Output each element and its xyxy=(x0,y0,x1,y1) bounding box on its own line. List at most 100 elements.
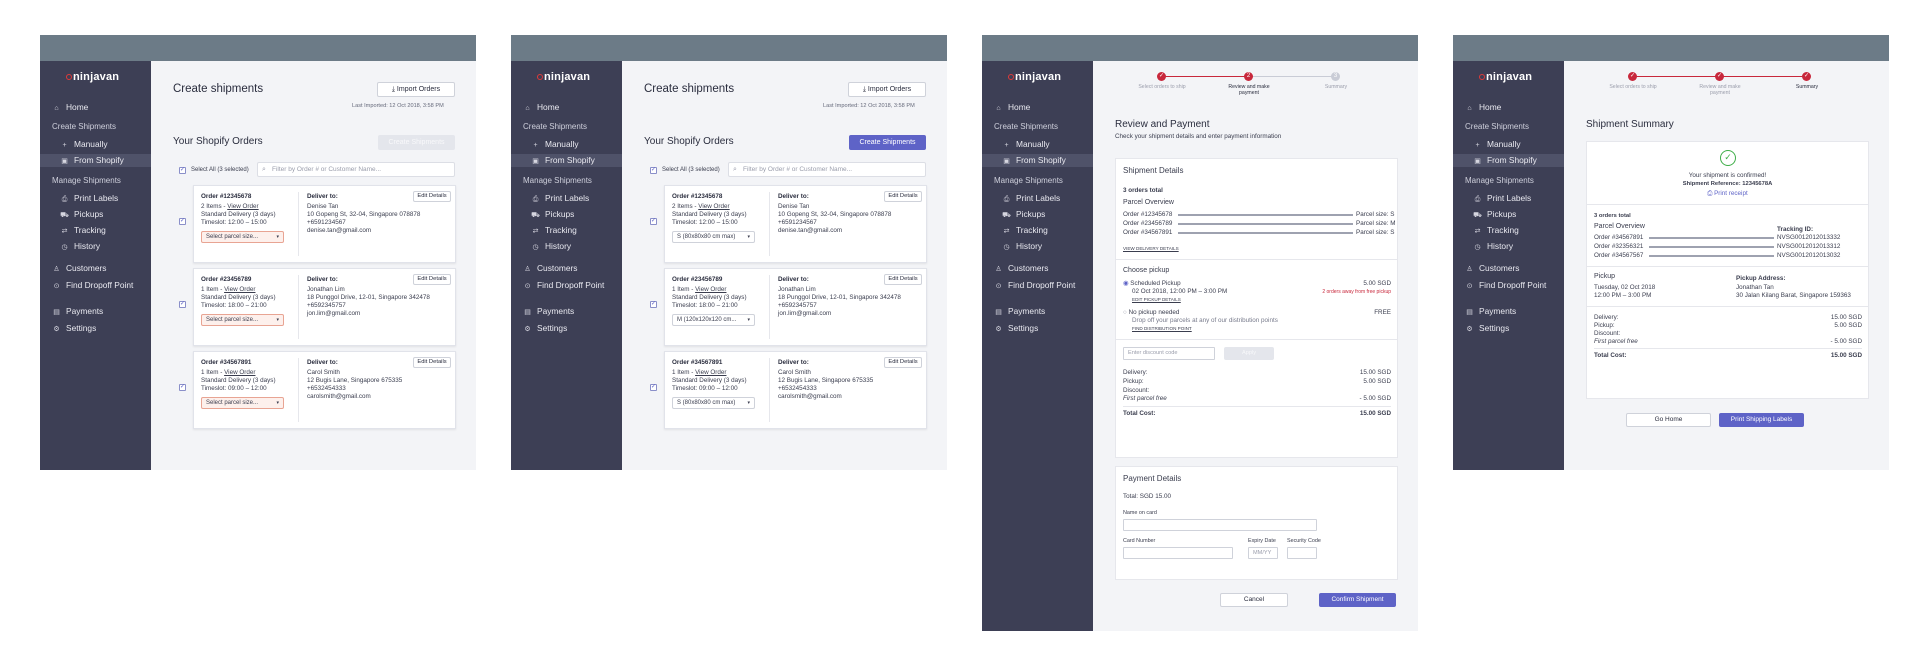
parcel-size-select[interactable]: Select parcel size... ▾ xyxy=(201,397,284,409)
edit-pickup-link[interactable]: EDIT PICKUP DETAILS xyxy=(1132,296,1181,304)
nav-history[interactable]: ◷ History xyxy=(531,241,571,251)
nav-tracking[interactable]: ⇄ Tracking xyxy=(1473,225,1519,235)
nav-pickups[interactable]: ⛟ Pickups xyxy=(1002,209,1045,220)
nav-find-dropoff[interactable]: ⊙ Find Dropoff Point xyxy=(523,280,605,290)
print-shipping-labels-button[interactable]: Print Shipping Labels xyxy=(1719,413,1804,427)
view-order-link[interactable]: View Order xyxy=(224,286,255,293)
nav-print-labels[interactable]: ⎙ Print Labels xyxy=(1473,193,1532,204)
nav-from-shopify[interactable]: ▣ From Shopify xyxy=(511,154,622,167)
create-shipments-button[interactable]: Create Shipments xyxy=(378,135,455,150)
nav-settings[interactable]: ⚙ Settings xyxy=(1465,323,1509,333)
nav-manually[interactable]: + Manually xyxy=(531,139,578,149)
location-pin-icon: ⊙ xyxy=(53,283,60,290)
nav-manually[interactable]: + Manually xyxy=(1473,139,1520,149)
order-checkbox[interactable]: ✓ xyxy=(179,301,186,308)
edit-details-button[interactable]: Edit Details xyxy=(884,357,922,368)
create-shipments-button[interactable]: Create Shipments xyxy=(849,135,926,150)
print-receipt-link[interactable]: ⎙ Print receipt xyxy=(1587,190,1868,198)
nav-payments[interactable]: ▤ Payments xyxy=(52,306,103,316)
nav-settings[interactable]: ⚙ Settings xyxy=(52,323,96,333)
apply-discount-button[interactable]: Apply xyxy=(1224,347,1274,360)
find-distribution-link[interactable]: FIND DISTRIBUTION POINT xyxy=(1132,325,1192,333)
discount-code-input[interactable]: Enter discount code xyxy=(1123,347,1215,360)
confirm-shipment-button[interactable]: Confirm Shipment xyxy=(1319,593,1396,607)
edit-details-button[interactable]: Edit Details xyxy=(884,191,922,202)
nav-from-shopify[interactable]: ▣ From Shopify xyxy=(1453,154,1564,167)
expiry-input[interactable]: MM/YY xyxy=(1248,547,1278,559)
radio-no-pickup[interactable]: ○ No pickup needed xyxy=(1123,309,1179,317)
order-checkbox[interactable]: ✓ xyxy=(179,384,186,391)
edit-details-button[interactable]: Edit Details xyxy=(413,357,451,368)
select-all-checkbox[interactable]: ✓ xyxy=(179,167,186,174)
nav-find-dropoff[interactable]: ⊙ Find Dropoff Point xyxy=(994,280,1076,290)
go-home-button[interactable]: Go Home xyxy=(1626,413,1711,427)
security-code-input[interactable] xyxy=(1287,547,1317,559)
nav-payments[interactable]: ▤ Payments xyxy=(994,306,1045,316)
order-checkbox[interactable]: ✓ xyxy=(650,384,657,391)
view-order-link[interactable]: View Order xyxy=(695,369,726,376)
import-orders-button[interactable]: ⤓ Import Orders xyxy=(377,82,455,97)
nav-manually[interactable]: + Manually xyxy=(60,139,107,149)
view-order-link[interactable]: View Order xyxy=(227,203,258,210)
nav-customers[interactable]: ♙ Customers xyxy=(523,263,577,273)
view-order-link[interactable]: View Order xyxy=(224,369,255,376)
parcel-size-select[interactable]: Select parcel size... ▾ xyxy=(201,314,284,326)
nav-tracking[interactable]: ⇄ Tracking xyxy=(1002,225,1048,235)
nav-home[interactable]: ⌂ Home xyxy=(994,102,1030,112)
nav-history[interactable]: ◷ History xyxy=(1002,241,1042,251)
name-on-card-input[interactable] xyxy=(1123,519,1317,531)
nav-customers[interactable]: ♙ Customers xyxy=(1465,263,1519,273)
parcel-size-select[interactable]: Select parcel size... ▾ xyxy=(201,231,284,243)
import-orders-button[interactable]: ⤓ Import Orders xyxy=(848,82,926,97)
select-all-checkbox[interactable]: ✓ xyxy=(650,167,657,174)
order-filter-input[interactable]: ⌕ Filter by Order # or Customer Name... xyxy=(257,162,455,177)
nav-pickups[interactable]: ⛟ Pickups xyxy=(1473,209,1516,220)
nav-tracking[interactable]: ⇄ Tracking xyxy=(60,225,106,235)
edit-details-button[interactable]: Edit Details xyxy=(884,274,922,285)
nav-pickups[interactable]: ⛟ Pickups xyxy=(531,209,574,220)
order-checkbox[interactable]: ✓ xyxy=(179,218,186,225)
nav-find-dropoff[interactable]: ⊙ Find Dropoff Point xyxy=(1465,280,1547,290)
logo[interactable]: ninjavan xyxy=(1479,71,1532,83)
edit-details-button[interactable]: Edit Details xyxy=(413,274,451,285)
logo[interactable]: ninjavan xyxy=(537,71,590,83)
nav-print-labels[interactable]: ⎙ Print Labels xyxy=(1002,193,1061,204)
nav-settings[interactable]: ⚙ Settings xyxy=(994,323,1038,333)
nav-history[interactable]: ◷ History xyxy=(60,241,100,251)
radio-scheduled-pickup[interactable]: ◉ Scheduled Pickup xyxy=(1123,280,1181,288)
view-order-link[interactable]: View Order xyxy=(698,203,729,210)
parcel-row-size: Parcel size: S xyxy=(1356,229,1395,236)
nav-from-shopify[interactable]: ▣ From Shopify xyxy=(982,154,1093,167)
card-number-label: Card Number xyxy=(1123,538,1156,544)
nav-home[interactable]: ⌂ Home xyxy=(52,102,88,112)
nav-print-labels[interactable]: ⎙ Print Labels xyxy=(60,193,119,204)
order-filter-input[interactable]: ⌕ Filter by Order # or Customer Name... xyxy=(728,162,926,177)
nav-label: History xyxy=(74,241,101,251)
cancel-button[interactable]: Cancel xyxy=(1220,593,1288,607)
nav-payments[interactable]: ▤ Payments xyxy=(523,306,574,316)
nav-payments[interactable]: ▤ Payments xyxy=(1465,306,1516,316)
view-delivery-details-link[interactable]: VIEW DELIVERY DETAILS xyxy=(1123,245,1179,253)
nav-print-labels[interactable]: ⎙ Print Labels xyxy=(531,193,590,204)
order-checkbox[interactable]: ✓ xyxy=(650,301,657,308)
card-number-input[interactable] xyxy=(1123,547,1233,559)
nav-customers[interactable]: ♙ Customers xyxy=(994,263,1048,273)
nav-settings[interactable]: ⚙ Settings xyxy=(523,323,567,333)
order-checkbox[interactable]: ✓ xyxy=(650,218,657,225)
nav-find-dropoff[interactable]: ⊙ Find Dropoff Point xyxy=(52,280,134,290)
edit-details-button[interactable]: Edit Details xyxy=(413,191,451,202)
nav-from-shopify[interactable]: ▣ From Shopify xyxy=(40,154,151,167)
nav-home[interactable]: ⌂ Home xyxy=(1465,102,1501,112)
nav-home[interactable]: ⌂ Home xyxy=(523,102,559,112)
nav-history[interactable]: ◷ History xyxy=(1473,241,1513,251)
parcel-size-select[interactable]: M (120x120x120 cm... ▾ xyxy=(672,314,755,326)
nav-pickups[interactable]: ⛟ Pickups xyxy=(60,209,103,220)
parcel-size-select[interactable]: S (80x80x80 cm max) ▾ xyxy=(672,397,755,409)
parcel-size-select[interactable]: S (80x80x80 cm max) ▾ xyxy=(672,231,755,243)
logo[interactable]: ninjavan xyxy=(66,71,119,83)
nav-customers[interactable]: ♙ Customers xyxy=(52,263,106,273)
view-order-link[interactable]: View Order xyxy=(695,286,726,293)
nav-manually[interactable]: + Manually xyxy=(1002,139,1049,149)
logo[interactable]: ninjavan xyxy=(1008,71,1061,83)
nav-tracking[interactable]: ⇄ Tracking xyxy=(531,225,577,235)
